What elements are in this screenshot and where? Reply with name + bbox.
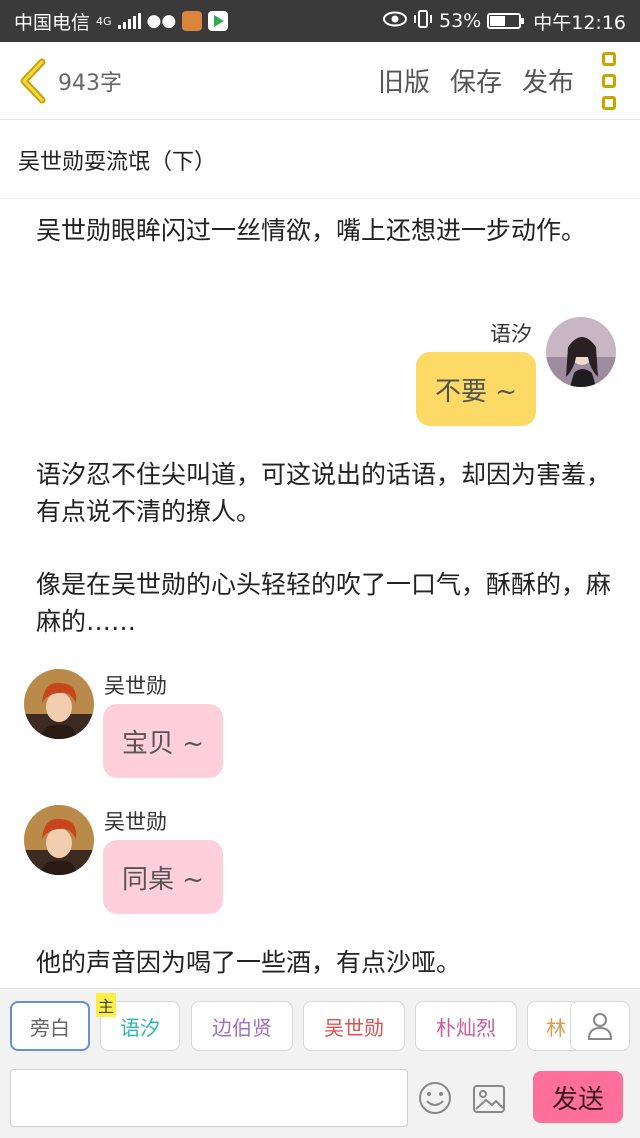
dialog-bubble[interactable]: 宝贝 ~ [103, 704, 223, 778]
role-chip-sehun[interactable]: 吴世勋 [303, 1001, 405, 1051]
vibrate-icon [413, 9, 433, 33]
speaker-name: 吴世勋 [104, 810, 167, 834]
message-input[interactable] [10, 1069, 408, 1127]
save-button[interactable]: 保存 [450, 62, 502, 99]
narration-paragraph: 他的声音因为喝了一些酒，有点沙哑。 [36, 948, 462, 977]
image-button[interactable] [472, 1083, 506, 1115]
editor-header: 943字 旧版 保存 发布 [0, 42, 640, 120]
old-version-button[interactable]: 旧版 [378, 62, 430, 99]
back-button[interactable] [8, 42, 58, 120]
role-chip-baekhyun[interactable]: 边伯贤 [191, 1001, 293, 1051]
network-label: 4G [96, 14, 112, 28]
battery-icon [487, 13, 525, 29]
more-vertical-icon[interactable] [602, 51, 624, 110]
main-role-badge: 主 [96, 993, 116, 1017]
emoji-button[interactable] [418, 1081, 452, 1115]
chevron-left-icon [20, 58, 46, 103]
speaker-name: 吴世勋 [104, 674, 167, 698]
signal-icon [117, 13, 141, 29]
role-selector: 主 旁白 语汐 边伯贤 吴世勋 朴灿烈 林 [0, 989, 640, 1053]
battery-fill [490, 16, 506, 26]
clock: 中午12:16 [533, 11, 626, 34]
image-icon [473, 1085, 505, 1113]
person-icon [587, 1013, 613, 1040]
eye-icon [383, 10, 407, 32]
wechat-icon: ●● [146, 11, 177, 31]
narration-paragraph: 像是在吴世勋的心头轻轻的吹了一口气，酥酥的，麻麻的…… [36, 570, 612, 636]
dialog-bubble[interactable]: 同桌 ~ [103, 840, 223, 914]
role-chip-chanyeol[interactable]: 朴灿烈 [415, 1001, 517, 1051]
send-button[interactable]: 发送 [533, 1071, 623, 1123]
word-count: 943字 [58, 70, 122, 96]
battery-percent: 53% [439, 10, 482, 32]
avatar[interactable] [24, 805, 94, 875]
narration-paragraph: 语汐忍不住尖叫道，可这说出的话语，却因为害羞，有点说不清的撩人。 [36, 460, 612, 526]
dialog-bubble[interactable]: 不要 ~ [416, 352, 536, 426]
speaker-name: 语汐 [490, 322, 532, 346]
avatar[interactable] [24, 669, 94, 739]
play-store-icon [208, 11, 229, 31]
carrier-label: 中国电信 [14, 11, 91, 34]
narration-paragraph: 吴世勋眼眸闪过一丝情欲，嘴上还想进一步动作。 [36, 216, 587, 245]
chapter-title[interactable]: 吴世勋耍流氓（下） [0, 121, 640, 199]
role-chip-narrator[interactable]: 旁白 [10, 1001, 90, 1051]
contacts-button[interactable] [570, 1001, 630, 1051]
composer-panel: 主 旁白 语汐 边伯贤 吴世勋 朴灿烈 林 发送 [0, 988, 640, 1138]
avatar[interactable] [546, 317, 616, 387]
status-bar: 中国电信 4G ●● 53% 中午12:16 [0, 0, 640, 42]
story-content: 吴世勋眼眸闪过一丝情欲，嘴上还想进一步动作。 语汐 不要 ~ 语汐忍不住尖叫道，… [0, 200, 640, 988]
publish-button[interactable]: 发布 [522, 62, 574, 99]
smiley-icon [419, 1082, 451, 1114]
game-app-icon [182, 11, 203, 31]
